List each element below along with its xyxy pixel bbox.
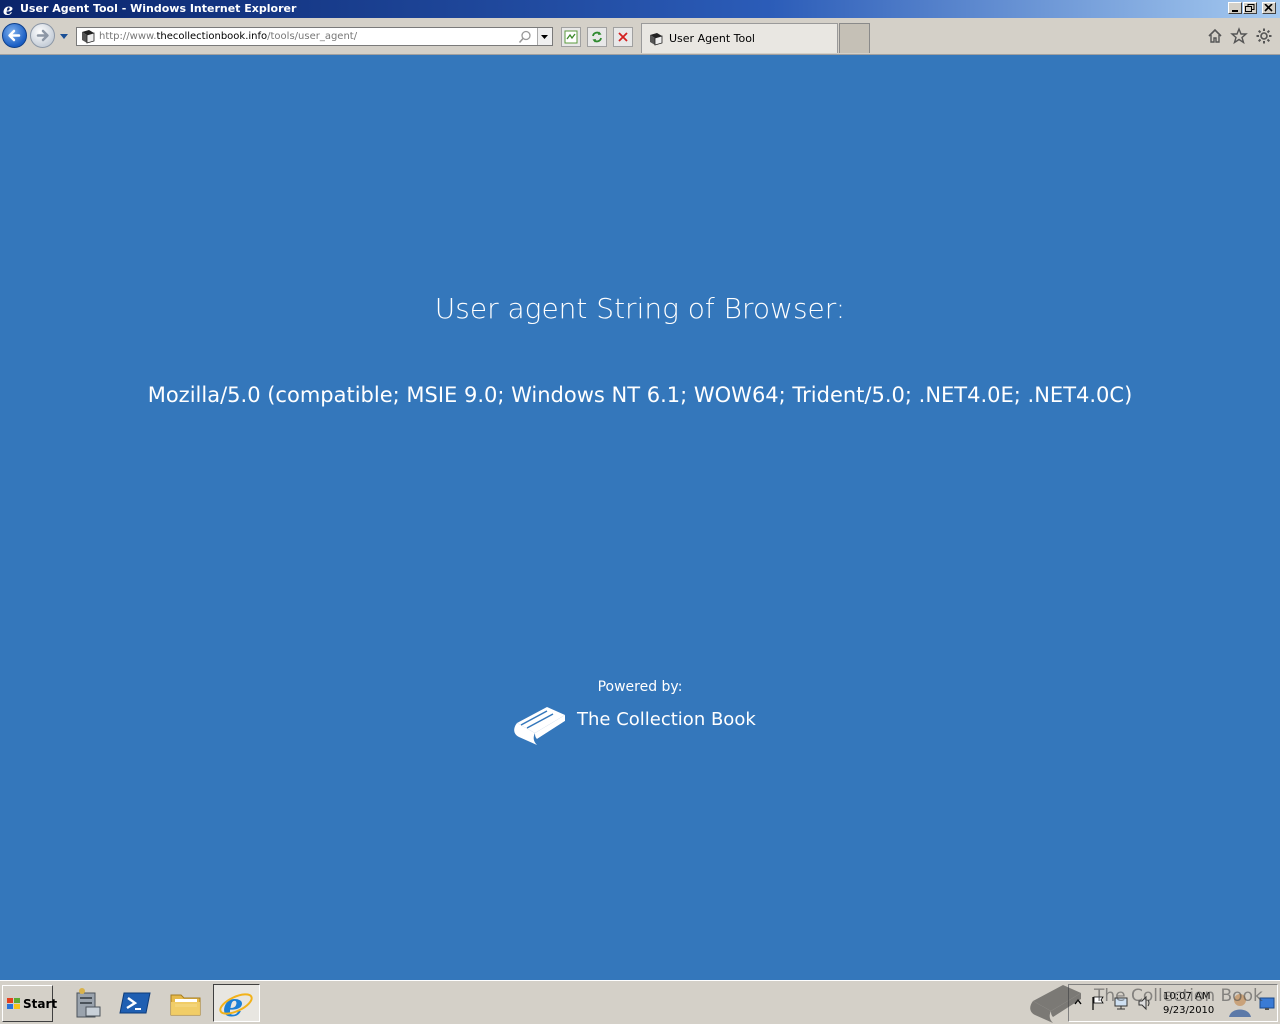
clock-time[interactable]: 10:07 AM <box>1163 991 1210 1003</box>
book-logo-icon[interactable] <box>513 697 567 745</box>
back-arrow-icon <box>8 29 21 42</box>
new-tab-button[interactable] <box>839 23 870 53</box>
windows-logo-icon <box>7 998 20 1009</box>
close-icon <box>1264 4 1273 12</box>
search-icon[interactable] <box>518 30 532 44</box>
action-center-flag-icon[interactable] <box>1091 995 1105 1011</box>
refresh-button[interactable] <box>587 27 607 47</box>
address-bar[interactable]: http://www.thecollectionbook.info/tools/… <box>76 27 553 46</box>
address-dropdown-button[interactable] <box>537 28 552 45</box>
url-path: /tools/user_agent/ <box>267 31 358 42</box>
taskbar: Start e 10:07 AM 9/23/2010 <box>0 980 1280 1024</box>
tab-user-agent-tool[interactable]: User Agent Tool <box>641 23 838 53</box>
stop-button[interactable] <box>613 27 633 47</box>
restore-icon <box>1245 4 1255 12</box>
browser-navigation-bar: http://www.thecollectionbook.info/tools/… <box>0 18 1280 55</box>
internet-explorer-icon: e <box>3 1 13 17</box>
taskbar-internet-explorer-button[interactable]: e <box>213 984 260 1024</box>
show-desktop-icon[interactable] <box>1259 997 1275 1011</box>
back-button[interactable] <box>2 23 27 48</box>
restore-button[interactable] <box>1243 2 1257 14</box>
stop-icon <box>618 32 628 42</box>
window-title-bar[interactable]: e User Agent Tool - Windows Internet Exp… <box>0 0 1280 18</box>
show-hidden-icons-chevron[interactable] <box>1073 997 1083 1009</box>
explorer-folder-icon[interactable] <box>166 985 206 1021</box>
address-url[interactable]: http://www.thecollectionbook.info/tools/… <box>99 28 509 45</box>
start-label: Start <box>23 997 58 1011</box>
book-favicon-icon <box>82 30 95 44</box>
forward-arrow-icon <box>36 29 49 42</box>
page-title: User agent String of Browser: <box>434 292 846 325</box>
close-window-button[interactable] <box>1262 2 1276 14</box>
svg-text:e: e <box>3 1 13 17</box>
chevron-down-icon <box>541 35 548 39</box>
forward-button[interactable] <box>30 23 55 48</box>
url-domain: thecollectionbook.info <box>156 31 268 42</box>
page-content: User agent String of Browser: Mozilla/5.… <box>0 55 1280 980</box>
refresh-icon <box>592 31 602 43</box>
recent-pages-dropdown-icon[interactable] <box>58 32 70 42</box>
compatibility-view-button[interactable] <box>561 27 581 47</box>
user-avatar-icon[interactable] <box>1225 989 1255 1019</box>
svg-text:e: e <box>223 986 243 1021</box>
compatibility-view-icon <box>564 30 578 44</box>
network-icon[interactable] <box>1113 995 1129 1011</box>
user-agent-string: Mozilla/5.0 (compatible; MSIE 9.0; Windo… <box>147 383 1133 407</box>
internet-explorer-icon: e <box>219 986 253 1024</box>
powered-by-label: Powered by: <box>597 679 683 695</box>
brand-name-link[interactable]: The Collection Book <box>577 708 756 732</box>
tab-label: User Agent Tool <box>669 32 755 45</box>
powershell-icon[interactable] <box>116 985 156 1021</box>
url-prefix: http://www. <box>99 31 157 42</box>
minimize-button[interactable] <box>1228 2 1242 14</box>
home-icon[interactable] <box>1206 27 1224 45</box>
minimize-icon <box>1232 10 1238 12</box>
favorites-star-icon[interactable] <box>1230 27 1248 45</box>
clock-date[interactable]: 9/23/2010 <box>1163 1005 1214 1017</box>
book-favicon-icon <box>650 33 663 46</box>
notification-area: 10:07 AM 9/23/2010 <box>1068 984 1278 1022</box>
window-title: User Agent Tool - Windows Internet Explo… <box>20 2 297 15</box>
gear-icon[interactable] <box>1255 27 1273 45</box>
start-button[interactable]: Start <box>2 985 57 1022</box>
volume-icon[interactable] <box>1137 995 1153 1011</box>
server-manager-icon[interactable] <box>68 985 108 1021</box>
